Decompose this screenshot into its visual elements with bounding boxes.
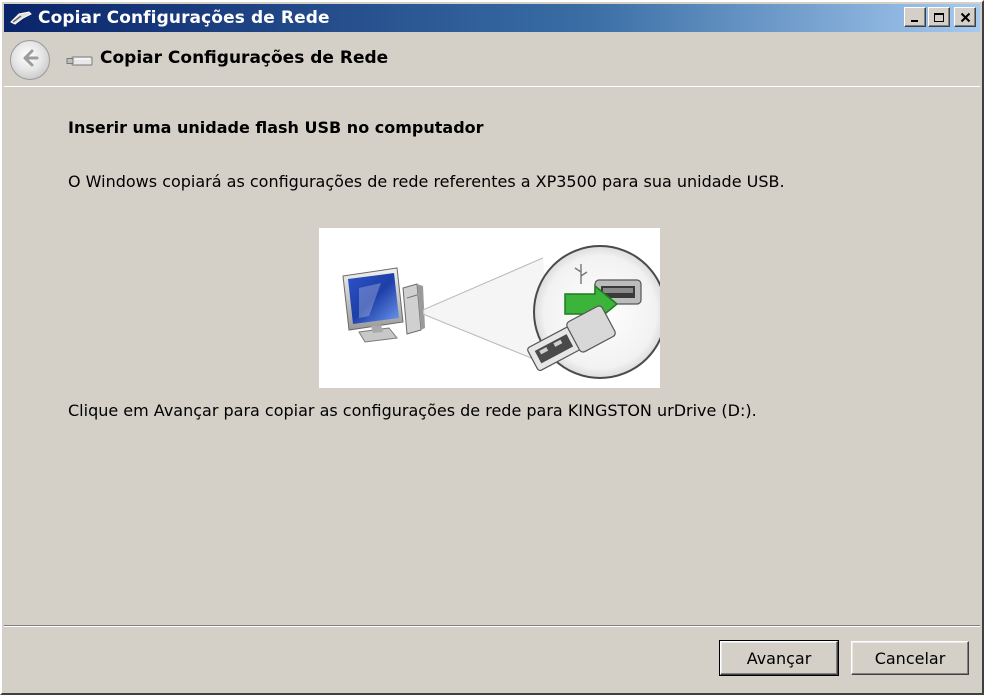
usb-drive-icon (66, 52, 94, 71)
computer-usb-insert-illustration (319, 228, 667, 388)
wizard-content: Inserir uma unidade flash USB no computa… (8, 88, 976, 624)
window-controls (904, 7, 976, 27)
minimize-icon (910, 8, 920, 27)
close-icon (960, 8, 971, 27)
maximize-button[interactable] (928, 7, 950, 27)
page-description: O Windows copiará as configurações de re… (68, 172, 785, 191)
network-plug-icon (8, 7, 34, 29)
title-bar[interactable]: Copiar Configurações de Rede (4, 4, 980, 32)
header-divider (4, 86, 980, 87)
close-button[interactable] (954, 7, 976, 27)
instruction-text: Clique em Avançar para copiar as configu… (68, 401, 757, 420)
next-button[interactable]: Avançar (719, 640, 839, 676)
wizard-window: Copiar Configurações de Rede Copiar Conf… (0, 0, 984, 695)
wizard-header: Copiar Configurações de Rede (4, 34, 980, 86)
minimize-button[interactable] (904, 7, 926, 27)
maximize-icon (933, 8, 945, 27)
back-button[interactable] (10, 40, 50, 80)
computer-icon (342, 267, 425, 343)
back-arrow-icon (17, 45, 43, 75)
wizard-title: Copiar Configurações de Rede (100, 48, 389, 68)
wizard-footer: Avançar Cancelar (4, 627, 980, 691)
window-title: Copiar Configurações de Rede (38, 8, 330, 28)
page-heading: Inserir uma unidade flash USB no computa… (68, 118, 484, 137)
cancel-button[interactable]: Cancelar (851, 641, 969, 675)
